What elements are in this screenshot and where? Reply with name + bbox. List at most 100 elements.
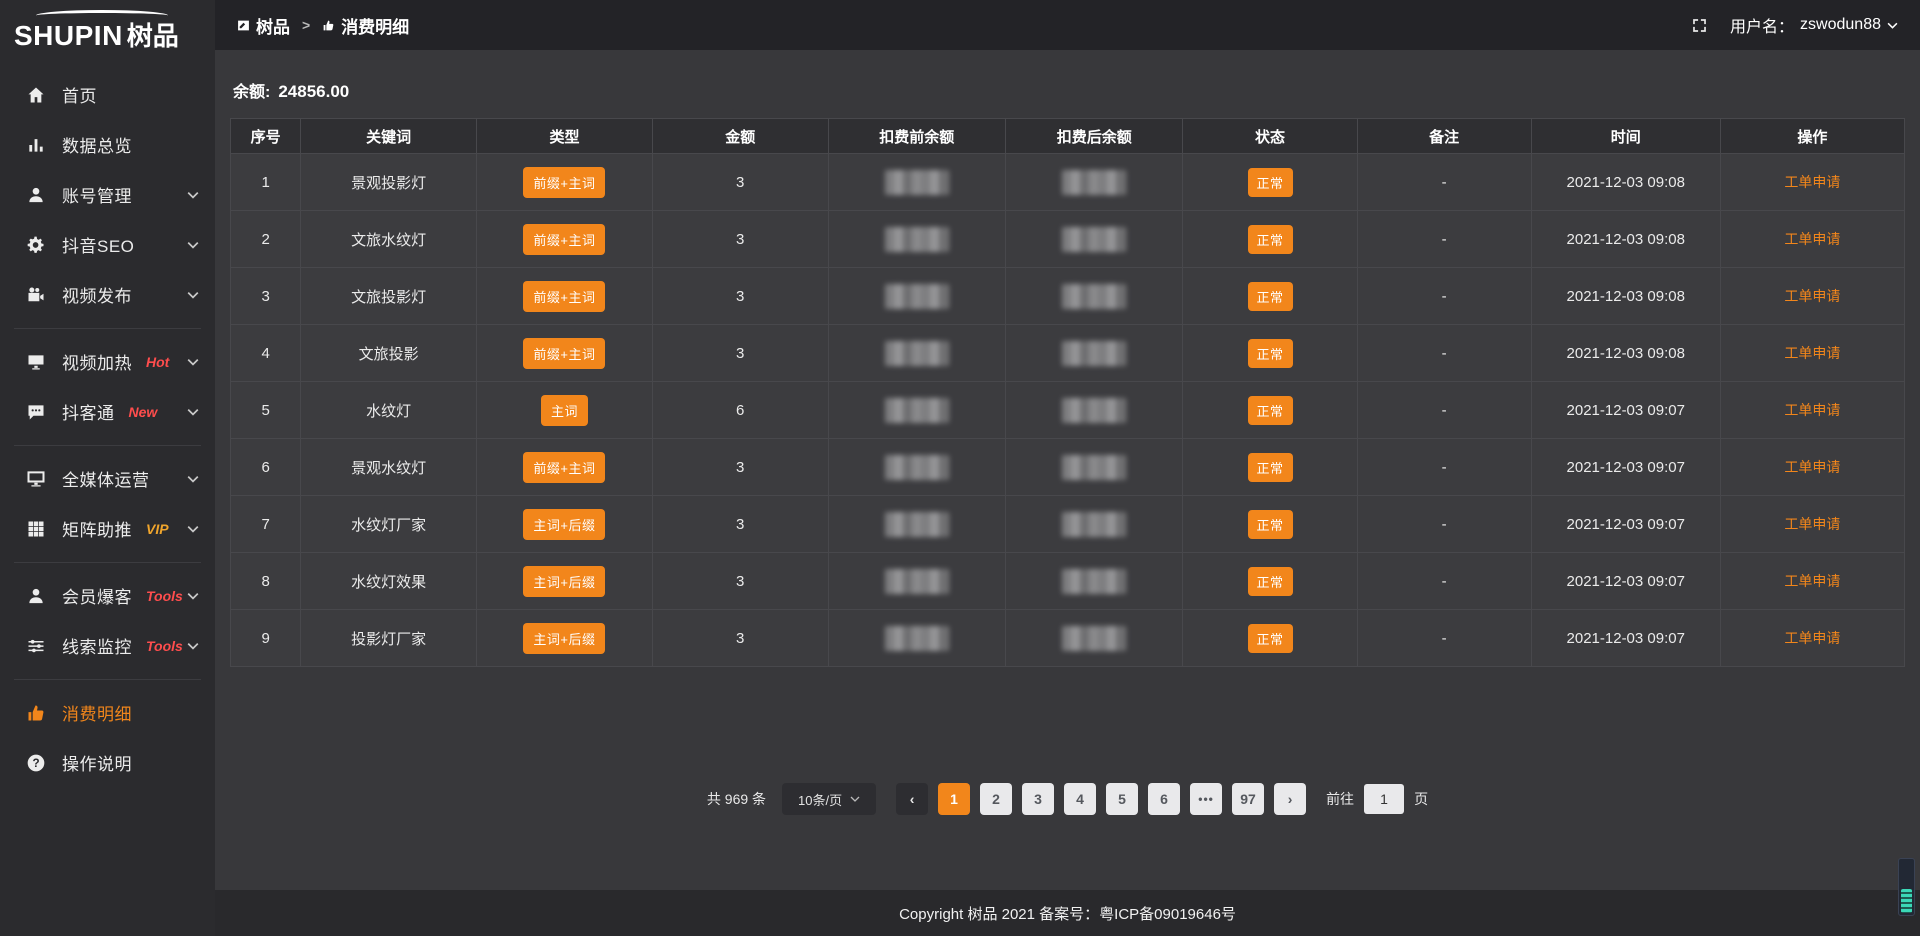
page-button-4[interactable]: 4	[1064, 783, 1096, 815]
column-header-5: 扣费后余额	[1006, 119, 1183, 154]
page-button-6[interactable]: 6	[1148, 783, 1180, 815]
floating-widget-stripes	[1901, 889, 1912, 913]
table-row: 6景观水纹灯前缀+主词3正常-2021-12-03 09:07工单申请	[231, 439, 1905, 496]
cell-keyword: 水纹灯	[301, 382, 477, 439]
work-order-link[interactable]: 工单申请	[1784, 345, 1840, 361]
masked-balance-after	[1062, 170, 1126, 195]
cell-time: 2021-12-03 09:07	[1531, 610, 1720, 667]
chevron-down-icon	[187, 642, 199, 650]
type-badge: 前缀+主词	[523, 224, 605, 255]
sidebar-item-8[interactable]: 矩阵助推VIP	[0, 504, 215, 554]
expense-small-icon	[322, 19, 335, 32]
chevron-down-icon	[187, 358, 199, 366]
table-row: 8水纹灯效果主词+后缀3正常-2021-12-03 09:07工单申请	[231, 553, 1905, 610]
grid-icon	[26, 519, 46, 539]
sidebar-item-label: 会员爆客	[62, 583, 132, 608]
cell-time: 2021-12-03 09:08	[1531, 154, 1720, 211]
page-button-2[interactable]: 2	[980, 783, 1012, 815]
page-button-1[interactable]: 1	[938, 783, 970, 815]
work-order-link[interactable]: 工单申请	[1784, 573, 1840, 589]
user-menu[interactable]: 用户名：zswodun88	[1730, 13, 1898, 37]
cell-index: 1	[231, 154, 301, 211]
cell-amount: 3	[652, 211, 828, 268]
next-page-button[interactable]: ›	[1274, 783, 1306, 815]
more-pages-button[interactable]: •••	[1190, 783, 1222, 815]
home-icon	[26, 85, 46, 105]
breadcrumb-item-1[interactable]: 消费明细	[322, 13, 409, 38]
cell-index: 4	[231, 325, 301, 382]
sidebar: SHUPIN树品 首页数据总览账号管理抖音SEO视频发布视频加热Hot抖客通Ne…	[0, 0, 215, 936]
screen-icon	[26, 352, 46, 372]
page-button-3[interactable]: 3	[1022, 783, 1054, 815]
breadcrumb-item-0[interactable]: 树品	[237, 13, 290, 38]
cell-index: 8	[231, 553, 301, 610]
cell-remark: -	[1357, 496, 1531, 553]
sidebar-item-1[interactable]: 数据总览	[0, 120, 215, 170]
goto-page-input[interactable]	[1364, 784, 1404, 814]
cell-keyword: 文旅投影	[301, 325, 477, 382]
sidebar-item-0[interactable]: 首页	[0, 70, 215, 120]
page-button-97[interactable]: 97	[1232, 783, 1264, 815]
work-order-link[interactable]: 工单申请	[1784, 630, 1840, 646]
monitor-icon	[26, 469, 46, 489]
cell-time: 2021-12-03 09:07	[1531, 382, 1720, 439]
chevron-down-icon	[850, 796, 860, 802]
page-button-5[interactable]: 5	[1106, 783, 1138, 815]
cell-index: 3	[231, 268, 301, 325]
page-size-select[interactable]: 10条/页	[782, 783, 876, 815]
sidebar-item-2[interactable]: 账号管理	[0, 170, 215, 220]
prev-page-button[interactable]: ‹	[896, 783, 928, 815]
chevron-down-icon	[187, 475, 199, 483]
cell-keyword: 文旅投影灯	[301, 268, 477, 325]
sidebar-item-7[interactable]: 全媒体运营	[0, 454, 215, 504]
status-badge: 正常	[1248, 225, 1293, 254]
work-order-link[interactable]: 工单申请	[1784, 402, 1840, 418]
cell-index: 7	[231, 496, 301, 553]
sidebar-item-4[interactable]: 视频发布	[0, 270, 215, 320]
sidebar-item-3[interactable]: 抖音SEO	[0, 220, 215, 270]
work-order-link[interactable]: 工单申请	[1784, 459, 1840, 475]
sidebar-divider	[14, 328, 201, 329]
sidebar-item-5[interactable]: 视频加热Hot	[0, 337, 215, 387]
balance: 余额:24856.00	[215, 50, 1920, 118]
table-row: 9投影灯厂家主词+后缀3正常-2021-12-03 09:07工单申请	[231, 610, 1905, 667]
cell-amount: 3	[652, 610, 828, 667]
sliders-icon	[26, 636, 46, 656]
sidebar-item-11[interactable]: 消费明细	[0, 688, 215, 738]
gear-icon	[26, 235, 46, 255]
svg-text:?: ?	[32, 757, 39, 770]
table-row: 5水纹灯主词6正常-2021-12-03 09:07工单申请	[231, 382, 1905, 439]
work-order-link[interactable]: 工单申请	[1784, 231, 1840, 247]
cell-amount: 3	[652, 154, 828, 211]
sidebar-item-6[interactable]: 抖客通New	[0, 387, 215, 437]
cell-amount: 3	[652, 553, 828, 610]
sidebar-item-12[interactable]: ?操作说明	[0, 738, 215, 788]
cell-amount: 3	[652, 268, 828, 325]
work-order-link[interactable]: 工单申请	[1784, 288, 1840, 304]
sidebar-item-10[interactable]: 线索监控Tools	[0, 621, 215, 671]
sidebar-item-tag: Hot	[146, 354, 169, 370]
masked-balance-after	[1062, 284, 1126, 309]
work-order-link[interactable]: 工单申请	[1784, 516, 1840, 532]
cell-time: 2021-12-03 09:07	[1531, 496, 1720, 553]
work-order-link[interactable]: 工单申请	[1784, 174, 1840, 190]
sidebar-item-9[interactable]: 会员爆客Tools	[0, 571, 215, 621]
sidebar-item-label: 首页	[62, 82, 97, 107]
sidebar-item-label: 抖音SEO	[62, 232, 134, 257]
table-row: 1景观投影灯前缀+主词3正常-2021-12-03 09:08工单申请	[231, 154, 1905, 211]
masked-balance-before	[885, 455, 949, 480]
cell-amount: 3	[652, 439, 828, 496]
floating-widget[interactable]	[1898, 858, 1915, 916]
cell-time: 2021-12-03 09:07	[1531, 553, 1720, 610]
sidebar-item-label: 数据总览	[62, 132, 132, 157]
masked-balance-before	[885, 512, 949, 537]
column-header-8: 时间	[1531, 119, 1720, 154]
main-content: 余额:24856.00 序号关键词类型金额扣费前余额扣费后余额状态备注时间操作 …	[215, 50, 1920, 936]
consumption-table: 序号关键词类型金额扣费前余额扣费后余额状态备注时间操作 1景观投影灯前缀+主词3…	[230, 118, 1905, 667]
fullscreen-icon[interactable]	[1691, 17, 1708, 34]
status-badge: 正常	[1248, 282, 1293, 311]
masked-balance-after	[1062, 569, 1126, 594]
user-icon	[26, 185, 46, 205]
sidebar-item-label: 全媒体运营	[62, 466, 150, 491]
type-badge: 主词	[541, 395, 588, 426]
